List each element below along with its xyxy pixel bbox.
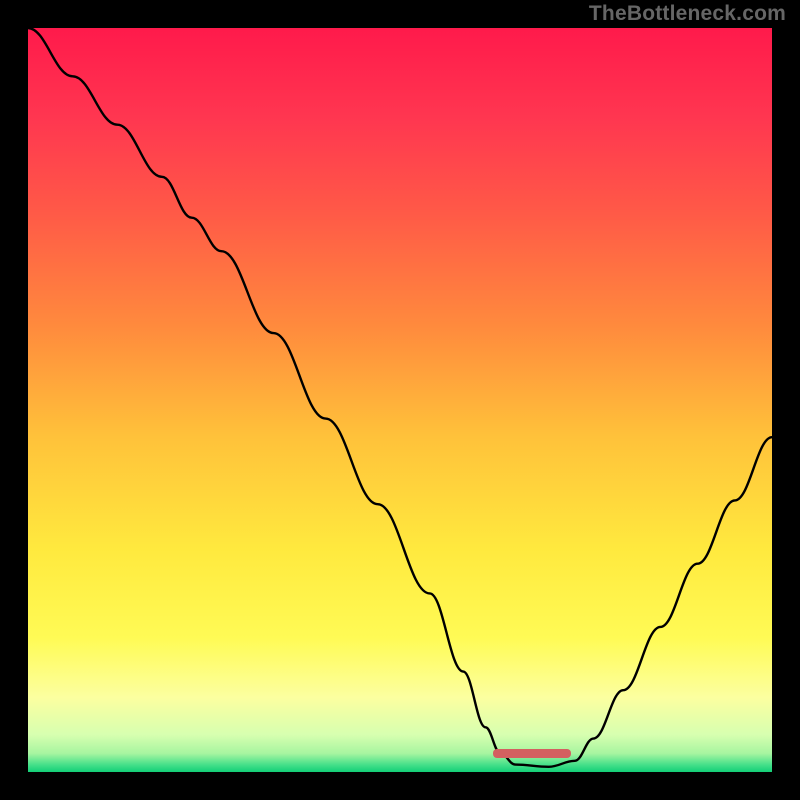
plot-area <box>28 28 772 772</box>
watermark-text: TheBottleneck.com <box>589 2 786 26</box>
gradient-background <box>28 28 772 772</box>
chart-frame: TheBottleneck.com <box>0 0 800 800</box>
optimal-range-marker <box>493 749 571 758</box>
chart-svg <box>28 28 772 772</box>
